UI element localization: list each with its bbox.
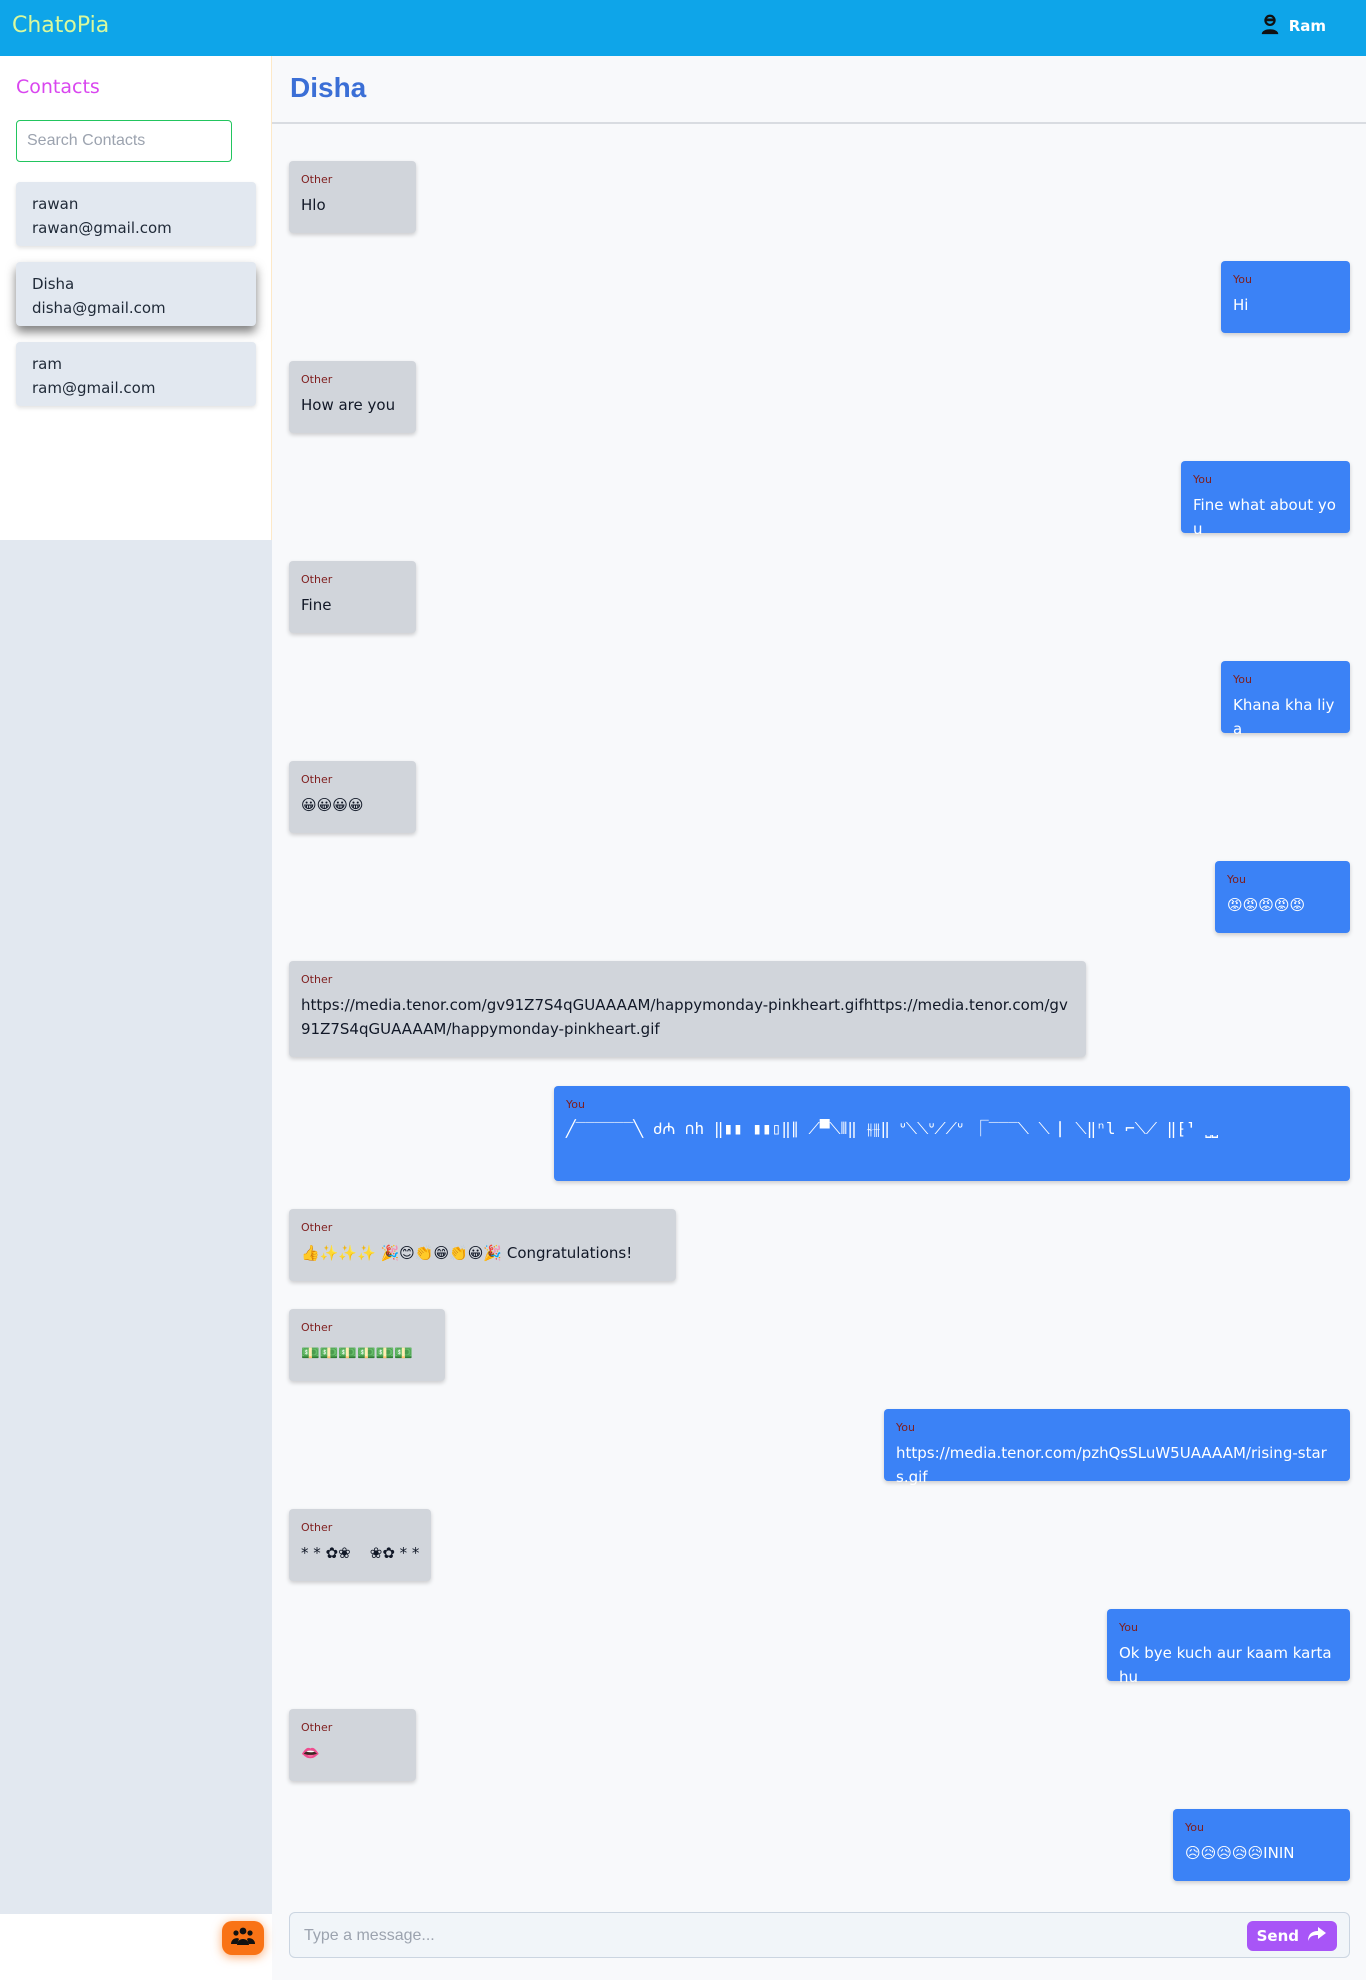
message-sender: Other bbox=[301, 173, 333, 186]
message-input[interactable] bbox=[304, 1923, 1204, 1949]
message-bubble-you: You Hi bbox=[1221, 261, 1350, 333]
contacts-sidebar: Contacts rawan rawan@gmail.com Disha dis… bbox=[0, 56, 272, 1980]
contacts-title: Contacts bbox=[16, 76, 100, 98]
contact-name: Disha bbox=[32, 275, 75, 293]
message-sender: You bbox=[1233, 673, 1252, 686]
message-text: 💵💵💵💵💵💵 bbox=[301, 1344, 414, 1362]
message-sender: You bbox=[1185, 1821, 1204, 1834]
message-bubble-you: You ╱‾‾‾‾‾‾╲ ძ₼ ∩h ‖▮▮ ▮▮▯‖∥ ⟋▀⟍⫴‖ ⫳⫵‖ ᐡ… bbox=[554, 1086, 1350, 1181]
message-text: How are you bbox=[301, 396, 396, 414]
send-label: Send bbox=[1256, 1927, 1299, 1945]
message-sender: Other bbox=[301, 773, 333, 786]
message-sender: You bbox=[1119, 1621, 1138, 1634]
message-text: https://media.tenor.com/gv91Z7S4qGUAAAAM… bbox=[301, 996, 1068, 1038]
message-sender: You bbox=[896, 1421, 915, 1434]
message-bubble-other: Other 💵💵💵💵💵💵 bbox=[289, 1309, 445, 1381]
message-sender: You bbox=[1233, 273, 1252, 286]
message-sender: You bbox=[1227, 873, 1246, 886]
message-text: ╱‾‾‾‾‾‾╲ ძ₼ ∩h ‖▮▮ ▮▮▯‖∥ ⟋▀⟍⫴‖ ⫳⫵‖ ᐡ⟍⟍ᐡ⟋… bbox=[566, 1119, 1219, 1138]
message-bubble-you: You 😥😥😥😥😥ININ bbox=[1173, 1809, 1350, 1881]
message-bubble-other: Other 👍✨✨✨ 🎉😊👏😁👏😀🎉 Congratulations! bbox=[289, 1209, 676, 1281]
message-text: 😡😡😡😡😡 bbox=[1227, 896, 1306, 914]
message-text: Hlo bbox=[301, 196, 326, 214]
message-bubble-you: You Khana kha liya bbox=[1221, 661, 1350, 738]
contact-name: rawan bbox=[32, 195, 79, 213]
message-text: Hi bbox=[1233, 296, 1249, 314]
message-sender: Other bbox=[301, 1521, 333, 1534]
contact-name: ram bbox=[32, 355, 62, 373]
user-icon bbox=[1259, 13, 1281, 39]
group-chat-button[interactable] bbox=[222, 1921, 264, 1955]
message-sender: Other bbox=[301, 373, 333, 386]
contact-item-rawan[interactable]: rawan rawan@gmail.com bbox=[16, 182, 256, 246]
message-text: https://media.tenor.com/pzhQsSLuW5UAAAAM… bbox=[896, 1444, 1327, 1486]
contact-item-disha[interactable]: Disha disha@gmail.com bbox=[16, 262, 256, 326]
chat-title: Disha bbox=[290, 72, 367, 103]
message-composer: Send bbox=[289, 1912, 1350, 1958]
message-bubble-other: Other * * ✿❀ ❀✿ * * bbox=[289, 1509, 431, 1581]
message-bubble-other: Other Fine bbox=[289, 561, 416, 633]
message-sender: You bbox=[1193, 473, 1212, 486]
message-text: Fine what about you bbox=[1193, 496, 1336, 538]
message-bubble-other: Other Hlo bbox=[289, 161, 416, 233]
message-text: 👄 bbox=[301, 1744, 320, 1762]
message-bubble-you: You Fine what about you bbox=[1181, 461, 1350, 538]
message-text: Ok bye kuch aur kaam karta hu bbox=[1119, 1644, 1332, 1686]
user-menu[interactable]: Ram bbox=[1259, 13, 1326, 39]
contact-email: ram@gmail.com bbox=[32, 379, 156, 397]
message-text: * * ✿❀ ❀✿ * * bbox=[301, 1544, 420, 1562]
message-bubble-other: Other 😀😀😀😀 bbox=[289, 761, 416, 833]
contact-email: disha@gmail.com bbox=[32, 299, 166, 317]
contact-item-ram[interactable]: ram ram@gmail.com bbox=[16, 342, 256, 406]
message-text: 😥😥😥😥😥ININ bbox=[1185, 1844, 1295, 1862]
message-sender: Other bbox=[301, 973, 333, 986]
message-sender: Other bbox=[301, 1221, 333, 1234]
message-bubble-you: You https://media.tenor.com/pzhQsSLuW5UA… bbox=[884, 1409, 1350, 1486]
top-navbar: ChatoPia Ram bbox=[0, 0, 1366, 56]
reply-arrow-icon bbox=[1307, 1926, 1327, 1946]
user-name: Ram bbox=[1288, 17, 1326, 35]
search-contacts-input[interactable] bbox=[16, 120, 232, 162]
chat-header: Disha bbox=[272, 56, 1366, 124]
contacts-panel: Contacts rawan rawan@gmail.com Disha dis… bbox=[0, 56, 272, 540]
message-bubble-other: Other 👄 bbox=[289, 1709, 416, 1781]
message-bubble-you: You 😡😡😡😡😡 bbox=[1215, 861, 1350, 933]
send-button[interactable]: Send bbox=[1246, 1921, 1337, 1951]
message-sender: Other bbox=[301, 573, 333, 586]
message-text: Fine bbox=[301, 596, 332, 614]
message-text: Khana kha liya bbox=[1233, 696, 1335, 738]
message-bubble-you: You Ok bye kuch aur kaam karta hu bbox=[1107, 1609, 1350, 1686]
message-sender: Other bbox=[301, 1721, 333, 1734]
message-sender: Other bbox=[301, 1321, 333, 1334]
message-text: 😀😀😀😀 bbox=[301, 796, 364, 814]
group-icon bbox=[231, 1926, 255, 1950]
brand-logo[interactable]: ChatoPia bbox=[12, 13, 109, 38]
message-bubble-other: Other How are you bbox=[289, 361, 416, 433]
message-sender: You bbox=[566, 1098, 585, 1111]
message-bubble-other: Other https://media.tenor.com/gv91Z7S4qG… bbox=[289, 961, 1086, 1057]
contact-email: rawan@gmail.com bbox=[32, 219, 172, 237]
message-text: 👍✨✨✨ 🎉😊👏😁👏😀🎉 Congratulations! bbox=[301, 1244, 633, 1262]
